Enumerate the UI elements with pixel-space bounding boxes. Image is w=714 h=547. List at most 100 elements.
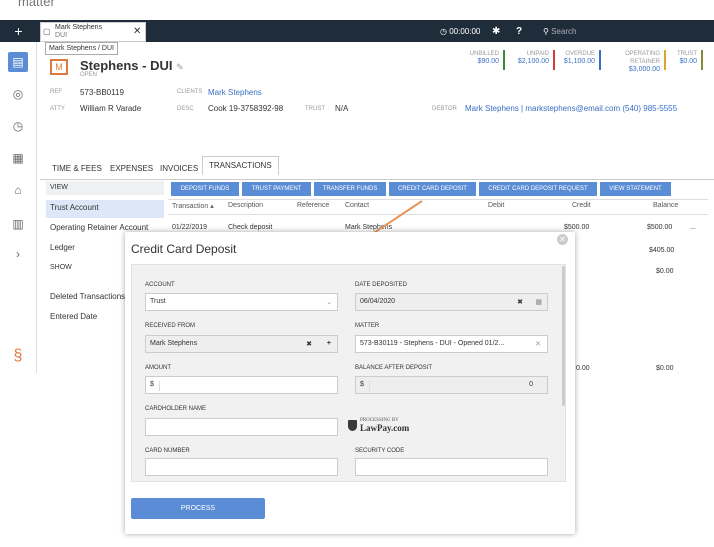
expand-chevron-icon[interactable]: › [8,244,28,264]
desc-label: DESC [177,106,194,112]
col-reference[interactable]: Reference [297,202,329,209]
row-date: 01/22/2019 [172,224,208,231]
account-label: ACCOUNT [145,282,175,288]
trust-label: TRUST [305,106,325,112]
date-field[interactable]: 06/04/2020 ✖ ▦ [355,293,548,311]
card-number-input[interactable] [145,458,338,476]
edit-pencil-icon[interactable]: ✎ [176,62,184,72]
clear-contact-icon[interactable]: ✖ [306,340,312,348]
matter-icon: M [50,59,68,75]
matter-label: MATTER [355,323,380,329]
settings-gear-icon[interactable]: ✱ [492,26,500,37]
lawpay-shield-icon [348,420,357,431]
account-select[interactable]: Trust ⌄ [145,293,338,311]
credit-card-deposit-button[interactable]: CREDIT CARD DEPOSIT [389,182,476,196]
matters-icon[interactable]: ▤ [8,52,28,72]
row-balance-3: $0.00 [656,268,674,275]
reports-icon[interactable]: ▥ [8,214,28,234]
trust-payment-button[interactable]: TRUST PAYMENT [242,182,311,196]
stat-operating-retainer: OPERATING RETAINER $3,000.00 [604,50,666,73]
tab-time-fees[interactable]: TIME & FEES [52,160,102,173]
close-tab-icon[interactable]: ✕ [133,26,141,37]
tab-title: Mark Stephens [55,24,103,31]
stat-overdue: OVERDUE $1,100.00 [558,50,601,70]
balance-after-label: BALANCE AFTER DEPOSIT [355,365,433,371]
contacts-icon[interactable]: ◎ [8,84,28,104]
help-icon[interactable]: ? [516,26,522,37]
row-description: Check deposit [228,224,273,231]
lawpay-logo: PROCESSING BY LawPay.com [348,418,409,433]
col-credit[interactable]: Credit [572,202,591,209]
atty-label: ATTY [50,106,65,112]
view-trust-account[interactable]: Trust Account [46,200,164,218]
stat-unpaid: UNPAID $2,100.00 [508,50,555,70]
search-icon: ⚲ [543,27,549,36]
process-button[interactable]: PROCESS [131,498,265,519]
clients-link[interactable]: Mark Stephens [208,88,262,97]
documents-icon[interactable]: ▦ [8,148,28,168]
left-rail: + ▤ ◎ ◷ ▦ ⌂ ▥ › § [0,20,37,373]
search-placeholder: Search [551,27,577,36]
view-statement-button[interactable]: VIEW STATEMENT [600,182,671,196]
footer-credit: 0.00 [576,365,590,372]
ref-value: 573-BB0119 [80,88,124,97]
add-contact-icon[interactable]: + [327,340,331,347]
add-icon[interactable]: + [0,20,37,42]
ref-label: REF [50,89,62,95]
chevron-down-icon: ⌄ [326,299,332,306]
cardholder-input[interactable] [145,418,338,436]
dialog-title: Credit Card Deposit [131,242,237,256]
view-heading: VIEW [46,181,164,195]
card-number-label: CARD NUMBER [145,448,190,454]
matter-title: Stephens - DUI ✎ [80,58,184,73]
transfer-funds-button[interactable]: TRANSFER FUNDS [314,182,386,196]
balance-after-field: $0 [355,376,548,394]
clients-label: CLIENTS [177,89,203,95]
tab-doc-icon: ▢ [43,27,51,36]
show-deleted-transactions[interactable]: Deleted Transactions [46,289,126,307]
stat-trust: TRUST $0.00 [669,50,703,70]
col-debit[interactable]: Debit [488,202,504,209]
calendar-icon[interactable]: ▦ [535,298,542,306]
tab-transactions[interactable]: TRANSACTIONS [202,156,279,175]
stat-unbilled: UNBILLED $90.00 [460,50,505,70]
tab-invoices[interactable]: INVOICES [160,160,198,173]
search-box[interactable]: ⚲ Search [543,27,576,36]
row-balance-2: $405.00 [649,247,675,254]
clock-icon[interactable]: ◷ [8,116,28,136]
desc-value: Cook 19-3758392-98 [208,104,284,113]
close-dialog-icon[interactable]: ✕ [557,234,568,245]
tab-tooltip: Mark Stephens / DUI [45,42,118,55]
timer[interactable]: ◷ 00:00:00 [440,27,480,36]
atty-value: William R Varade [80,104,142,113]
timer-value: 00:00:00 [449,27,481,36]
col-description[interactable]: Description [228,202,263,209]
col-balance[interactable]: Balance [653,202,678,209]
received-from-field[interactable]: Mark Stephens ✖ + [145,335,338,353]
row-balance: $500.00 [647,224,673,231]
tab-expenses[interactable]: EXPENSES [110,160,153,173]
form-scrollbar[interactable] [562,266,565,406]
security-code-label: SECURITY CODE [355,448,405,454]
bank-icon[interactable]: ⌂ [8,180,28,200]
caption-text: matter [18,0,55,9]
cardholder-label: CARDHOLDER NAME [145,406,207,412]
amount-label: AMOUNT [145,365,171,371]
credit-card-deposit-request-button[interactable]: CREDIT CARD DEPOSIT REQUEST [479,182,597,196]
debtor-link[interactable]: Mark Stephens | markstephens@email.com (… [465,104,677,113]
security-code-input[interactable] [355,458,548,476]
col-transaction[interactable]: Transaction ▴ [172,202,214,210]
matter-tab[interactable]: Mark Stephens DUI [40,22,146,42]
deposit-funds-button[interactable]: DEPOSIT FUNDS [171,182,239,196]
amount-input[interactable]: $ [145,376,338,394]
clear-matter-icon[interactable]: ✕ [535,340,541,348]
date-label: DATE DEPOSITED [355,282,407,288]
tabs-divider [40,179,714,180]
matter-status: OPEN [80,72,98,78]
clock-small-icon: ◷ [440,27,447,36]
row-more-icon[interactable]: ... [690,224,696,231]
brand-logo-icon: § [13,347,23,364]
matter-field[interactable]: 573-B30119 - Stephens - DUI - Opened 01/… [355,335,548,353]
clear-date-icon[interactable]: ✖ [517,298,523,306]
footer-balance: $0.00 [656,365,674,372]
